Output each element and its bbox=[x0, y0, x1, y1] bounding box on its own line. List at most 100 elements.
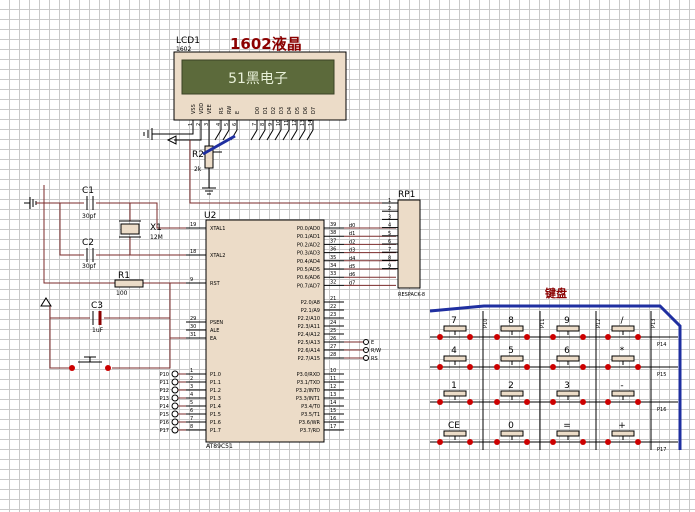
keypad-key[interactable]: * bbox=[605, 346, 641, 370]
keypad-key-pin bbox=[580, 334, 586, 340]
keypad-key[interactable]: 2 bbox=[494, 381, 530, 405]
lcd-pin-bus-entry bbox=[290, 129, 298, 141]
p1-terminal-icon bbox=[171, 370, 179, 378]
mcu-left-pin-name: P1.7 bbox=[210, 428, 221, 434]
keypad-key[interactable]: 1 bbox=[437, 381, 473, 405]
keypad-key-cap bbox=[556, 355, 580, 362]
lcd-module[interactable]: LCD1 1602 1602液晶 51黑电子 VSS1VDD2VEE3RS4RW… bbox=[173, 35, 347, 141]
c3-ref: C3 bbox=[91, 301, 103, 311]
keypad-column-label: P10 bbox=[483, 319, 489, 328]
keypad-column-label: P12 bbox=[596, 319, 602, 328]
mcu-left-pin-number: 19 bbox=[190, 222, 196, 228]
keypad-key[interactable]: 6 bbox=[550, 346, 586, 370]
mcu-left-pin-number: 5 bbox=[190, 400, 193, 406]
mcu-left-pin-number: 31 bbox=[190, 332, 196, 338]
keypad-key[interactable]: 5 bbox=[494, 346, 530, 370]
mcu-left-pin-name: ALE bbox=[210, 328, 219, 334]
p2-net-label: RS bbox=[371, 356, 378, 362]
rp1[interactable]: RP1 RESPACK-8 123456789 bbox=[382, 190, 425, 298]
c2-body bbox=[86, 248, 94, 262]
lcd-ref: LCD1 bbox=[176, 36, 200, 46]
keypad-key[interactable]: 8 bbox=[494, 316, 530, 340]
keypad[interactable]: 键盘 P10 P11 P12 P13 P14 P15 P16 P17 7 8 9 / 4 5 6 * 1 2 3 - C… bbox=[429, 286, 682, 453]
mcu-right-pin-number: 38 bbox=[330, 230, 336, 236]
net-terminal-e bbox=[363, 339, 369, 345]
keypad-key-pin bbox=[494, 334, 500, 340]
lcd-pin-name: D1 bbox=[263, 107, 269, 114]
mcu-left-pin-number: 29 bbox=[190, 316, 196, 322]
p1-terminal-label: P14 bbox=[160, 404, 169, 410]
keypad-key-cap bbox=[443, 390, 467, 397]
keypad-key[interactable]: 4 bbox=[437, 346, 473, 370]
reset-btn[interactable] bbox=[78, 356, 102, 363]
keypad-key-pin bbox=[580, 439, 586, 445]
keypad-key-pin bbox=[580, 364, 586, 370]
keypad-key-label: 9 bbox=[564, 316, 570, 326]
keypad-key-pin bbox=[635, 364, 641, 370]
mcu-right-pin-number: 23 bbox=[330, 312, 336, 318]
x1-body bbox=[120, 223, 140, 235]
p1-terminal-label: P10 bbox=[160, 372, 169, 378]
mcu-left-pin-name: P1.2 bbox=[210, 388, 221, 394]
r1-ref: R1 bbox=[118, 271, 130, 281]
mcu-left-pin-name: P1.3 bbox=[210, 396, 221, 402]
keypad-key-pin bbox=[635, 334, 641, 340]
keypad-row-label: P14 bbox=[657, 342, 666, 348]
lcd-pin-bus-entry bbox=[306, 129, 314, 141]
mcu-right-pin-name: P2.5/A13 bbox=[298, 340, 320, 346]
keypad-key-pin bbox=[437, 439, 443, 445]
keypad-key-cap bbox=[611, 430, 635, 437]
mcu-right-pin-number: 13 bbox=[330, 392, 336, 398]
rp1-part: RESPACK-8 bbox=[398, 292, 425, 298]
vss-wire bbox=[152, 120, 194, 135]
mcu-left-pin-number: 2 bbox=[190, 376, 193, 382]
keypad-key-cap bbox=[500, 325, 524, 332]
mcu-right-pin-name: P3.5/T1 bbox=[301, 412, 320, 418]
keypad-key[interactable]: 7 bbox=[437, 316, 473, 340]
p0-net-label: d4 bbox=[349, 256, 355, 262]
keypad-key[interactable]: + bbox=[605, 421, 641, 445]
keypad-key[interactable]: CE bbox=[437, 421, 473, 445]
reset-circuit: R1 100 C3 1uF bbox=[40, 185, 203, 371]
lcd-pin-bus-entry bbox=[282, 129, 290, 141]
gnd-lines bbox=[143, 130, 149, 138]
mcu-right-pin-number: 34 bbox=[330, 263, 336, 269]
mcu-right-pin-name: P0.2/AD2 bbox=[297, 242, 320, 248]
reset-btn-pin-b bbox=[105, 365, 111, 371]
keypad-key[interactable]: 9 bbox=[550, 316, 586, 340]
keypad-key-pin bbox=[524, 439, 530, 445]
keypad-key[interactable]: = bbox=[550, 421, 586, 445]
lcd-pin-name: D0 bbox=[255, 107, 261, 114]
p2-net-label: R/W bbox=[371, 348, 381, 354]
mcu[interactable]: U2 AT89C51 19XTAL118XTAL29RST29PSEN30ALE… bbox=[186, 211, 396, 450]
keypad-key-pin bbox=[467, 334, 473, 340]
osc-gnd bbox=[24, 197, 37, 209]
x1-value: 12M bbox=[150, 234, 163, 241]
keypad-key[interactable]: - bbox=[605, 381, 641, 405]
keypad-key-label: 1 bbox=[451, 381, 457, 391]
p0-net-label: d5 bbox=[349, 264, 355, 270]
mcu-right-pin-number: 33 bbox=[330, 271, 336, 277]
keypad-key[interactable]: 0 bbox=[494, 421, 530, 445]
mcu-right-pin-name: P3.1/TXD bbox=[297, 380, 320, 386]
lcd-pin-name: D6 bbox=[303, 107, 309, 114]
keypad-key-cap bbox=[556, 390, 580, 397]
schematic: LCD1 1602 1602液晶 51黑电子 VSS1VDD2VEE3RS4RW… bbox=[24, 35, 682, 453]
lcd-pin-bus-entry bbox=[274, 129, 282, 141]
mcu-left-pin-name: P1.6 bbox=[210, 420, 221, 426]
mcu-right-pin-number: 26 bbox=[330, 336, 336, 342]
net-terminal-rw bbox=[363, 347, 369, 353]
mcu-left-pin-name: EA bbox=[210, 336, 217, 342]
keypad-key-pin bbox=[494, 439, 500, 445]
keypad-key-pin bbox=[494, 399, 500, 405]
mcu-left-pin-number: 3 bbox=[190, 384, 193, 390]
lcd-ctrl-bus bbox=[202, 134, 236, 156]
mcu-right-pin-name: P3.6/WR bbox=[299, 420, 321, 426]
r1-body bbox=[114, 279, 144, 288]
keypad-key-pin bbox=[437, 364, 443, 370]
mcu-part: AT89C51 bbox=[206, 443, 233, 450]
mcu-right-pin-name: P2.3/A11 bbox=[298, 324, 320, 330]
keypad-key[interactable]: / bbox=[605, 316, 641, 340]
p0-net-label: d2 bbox=[349, 239, 355, 245]
keypad-key[interactable]: 3 bbox=[550, 381, 586, 405]
